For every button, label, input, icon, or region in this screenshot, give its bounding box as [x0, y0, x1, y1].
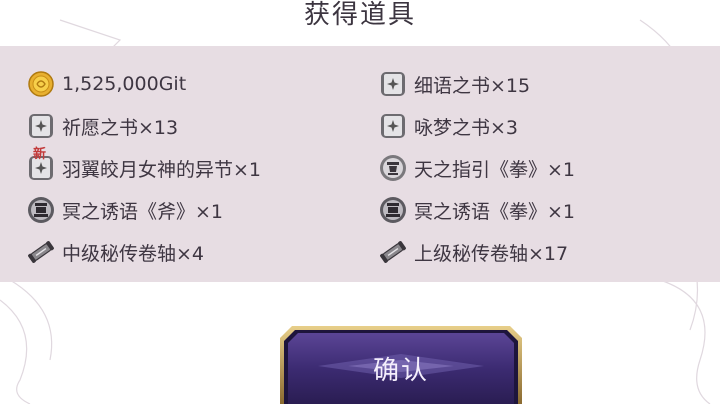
reward-label: 1,525,000Git: [62, 73, 187, 95]
reward-item-mid-scroll: 中级秘传卷轴×4: [27, 235, 204, 269]
reward-label: 中级秘传卷轴×4: [62, 242, 205, 265]
reward-label: 天之指引《拳》×1: [414, 158, 576, 181]
reward-item-book-whisper: 细语之书×15: [379, 67, 530, 101]
reward-label: 祈愿之书×13: [62, 116, 179, 139]
reward-label: 上级秘传卷轴×17: [414, 242, 569, 265]
dark-emblem-icon: [379, 196, 407, 224]
page-title: 获得道具: [303, 0, 416, 30]
reward-label: 细语之书×15: [414, 74, 531, 97]
gold-coin-icon: [27, 70, 55, 98]
reward-item-dark-fist: 冥之诱语《拳》×1: [379, 193, 575, 227]
reward-item-moon-goddess: 羽翼皎月女神的异节×1: [27, 151, 261, 185]
scroll-icon: [379, 238, 407, 266]
new-badge: 新: [33, 147, 47, 162]
reward-label: 冥之诱语《拳》×1: [414, 200, 576, 223]
dark-emblem-icon: [27, 196, 55, 224]
confirm-button[interactable]: 确认: [278, 324, 524, 404]
confirm-label: 确认: [372, 356, 429, 386]
book-icon: [27, 112, 55, 140]
book-icon: [379, 112, 407, 140]
reward-item-git: 1,525,000Git: [27, 67, 186, 101]
reward-item-high-scroll: 上级秘传卷轴×17: [379, 235, 568, 269]
reward-item-book-dream: 咏梦之书×3: [379, 109, 518, 143]
scroll-icon: [27, 238, 55, 266]
book-icon: [379, 70, 407, 98]
fist-emblem-icon: [379, 154, 407, 182]
reward-label: 羽翼皎月女神的异节×1: [62, 158, 262, 181]
reward-item-book-prayer: 祈愿之书×13: [27, 109, 178, 143]
reward-label: 冥之诱语《斧》×1: [62, 200, 224, 223]
reward-item-dark-axe: 冥之诱语《斧》×1: [27, 193, 223, 227]
reward-item-heaven-guide: 天之指引《拳》×1: [379, 151, 575, 185]
reward-label: 咏梦之书×3: [414, 116, 519, 139]
rewards-panel: 1,525,000Git 细语之书×15 祈愿之书×13 咏梦之书×3 羽翼皎月…: [0, 46, 720, 282]
